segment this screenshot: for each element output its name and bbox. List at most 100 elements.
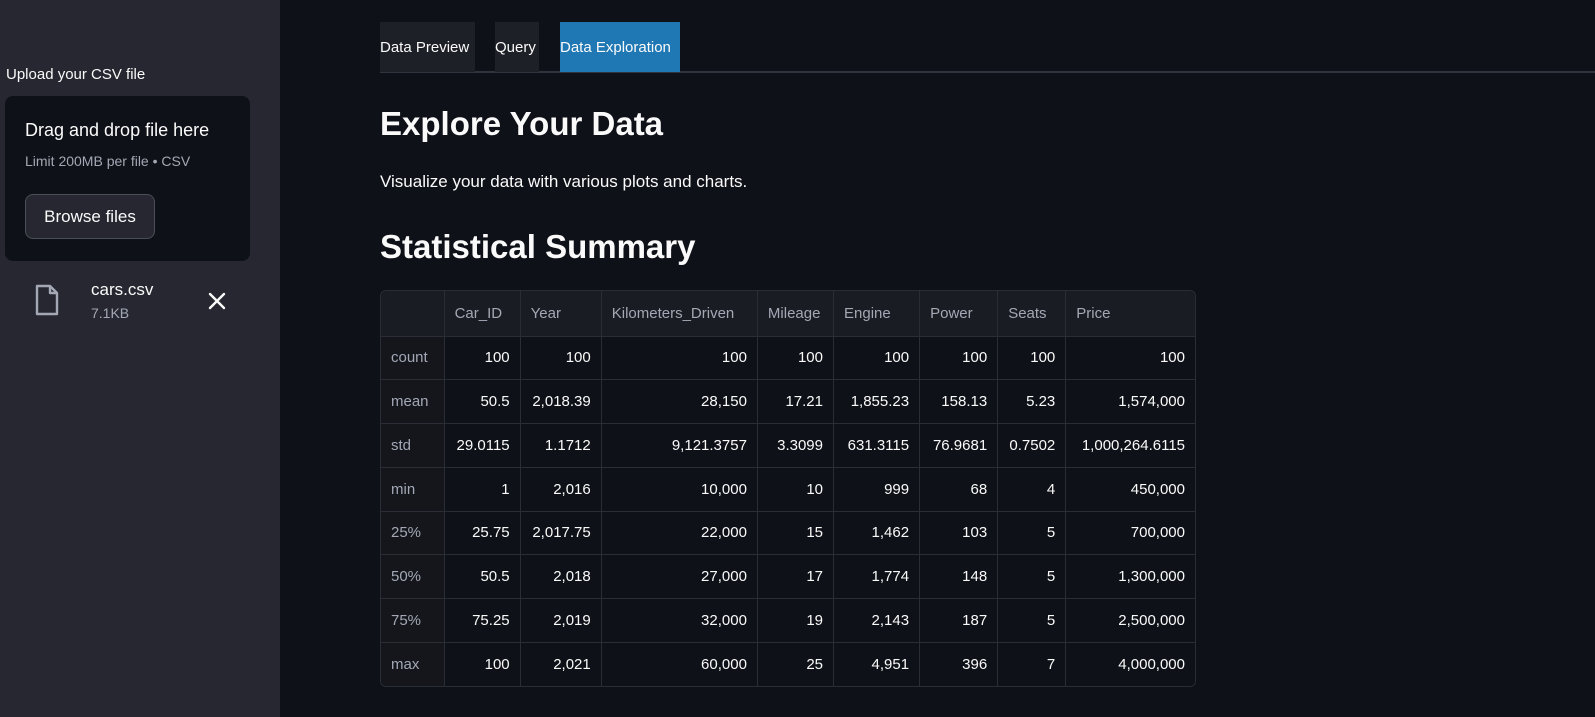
table-cell[interactable]: 103: [919, 511, 999, 556]
table-cell[interactable]: 700,000: [1065, 511, 1195, 556]
table-cell[interactable]: 396: [919, 642, 999, 686]
table-cell[interactable]: 5: [997, 511, 1067, 556]
table-cell[interactable]: 32,000: [601, 598, 758, 643]
table-cell[interactable]: 100: [444, 642, 521, 686]
table-row: 50% 50.5 2,018 27,000 17 1,774 148 5 1,300,000: [381, 554, 1195, 599]
table-cell[interactable]: 25.75: [444, 511, 521, 556]
statistical-summary-table[interactable]: Car_ID Year Kilometers_Driven Mileage Engine…: [380, 290, 1196, 687]
column-header[interactable]: Seats: [997, 291, 1067, 337]
column-header[interactable]: Year: [520, 291, 602, 337]
table-cell[interactable]: 5: [997, 598, 1067, 643]
table-cell[interactable]: 100: [520, 336, 602, 381]
tab-bar: Data Preview Query Data Exploration: [380, 22, 1595, 73]
tab-query[interactable]: Query: [495, 22, 539, 72]
row-index-cell[interactable]: 50%: [381, 554, 445, 599]
app-window: Upload your CSV file Drag and drop file …: [0, 0, 1595, 717]
table-cell[interactable]: 1,000,264.6115: [1065, 423, 1195, 468]
table-cell[interactable]: 2,019: [520, 598, 602, 643]
table-cell[interactable]: 28,150: [601, 379, 758, 424]
table-cell[interactable]: 1: [444, 467, 521, 512]
table-cell[interactable]: 100: [601, 336, 758, 381]
tab-data-exploration[interactable]: Data Exploration: [560, 22, 680, 72]
table-cell[interactable]: 100: [444, 336, 521, 381]
table-cell[interactable]: 5.23: [997, 379, 1067, 424]
table-cell[interactable]: 27,000: [601, 554, 758, 599]
table-cell[interactable]: 7: [997, 642, 1067, 686]
file-name: cars.csv: [91, 280, 154, 299]
table-cell[interactable]: 100: [757, 336, 835, 381]
browse-files-button[interactable]: Browse files: [25, 194, 155, 239]
row-index-cell[interactable]: count: [381, 336, 445, 381]
table-cell[interactable]: 50.5: [444, 554, 521, 599]
table-cell[interactable]: 9,121.3757: [601, 423, 758, 468]
table-cell[interactable]: 158.13: [919, 379, 999, 424]
table-cell[interactable]: 19: [757, 598, 835, 643]
row-index-cell[interactable]: std: [381, 423, 445, 468]
table-cell[interactable]: 5: [997, 554, 1067, 599]
column-header[interactable]: Price: [1065, 291, 1195, 337]
table-cell[interactable]: 1,855.23: [833, 379, 921, 424]
table-cell[interactable]: 22,000: [601, 511, 758, 556]
column-header[interactable]: Kilometers_Driven: [601, 291, 758, 337]
tab-data-preview[interactable]: Data Preview: [380, 22, 475, 72]
table-cell[interactable]: 2,018.39: [520, 379, 602, 424]
table-cell[interactable]: 25: [757, 642, 835, 686]
table-cell[interactable]: 17: [757, 554, 835, 599]
table-cell[interactable]: 2,143: [833, 598, 921, 643]
dropzone-limit: Limit 200MB per file • CSV: [25, 153, 191, 169]
section-title: Statistical Summary: [380, 228, 696, 265]
row-index-cell[interactable]: 75%: [381, 598, 445, 643]
table-cell[interactable]: 100: [833, 336, 921, 381]
table-cell[interactable]: 4,000,000: [1065, 642, 1195, 686]
sidebar: Upload your CSV file Drag and drop file …: [0, 0, 280, 717]
table-cell[interactable]: 4: [997, 467, 1067, 512]
table-cell[interactable]: 0.7502: [997, 423, 1067, 468]
table-cell[interactable]: 75.25: [444, 598, 521, 643]
table-cell[interactable]: 50.5: [444, 379, 521, 424]
table-cell[interactable]: 2,500,000: [1065, 598, 1195, 643]
close-icon[interactable]: [204, 288, 230, 314]
table-cell[interactable]: 187: [919, 598, 999, 643]
column-header[interactable]: Engine: [833, 291, 921, 337]
row-index-cell[interactable]: min: [381, 467, 445, 512]
table-cell[interactable]: 1,574,000: [1065, 379, 1195, 424]
table-cell[interactable]: 4,951: [833, 642, 921, 686]
table-cell[interactable]: 10: [757, 467, 835, 512]
dropzone-title: Drag and drop file here: [25, 120, 210, 140]
table-cell[interactable]: 10,000: [601, 467, 758, 512]
table-cell[interactable]: 631.3115: [833, 423, 921, 468]
column-header[interactable]: Mileage: [757, 291, 835, 337]
row-index-cell[interactable]: 25%: [381, 511, 445, 556]
table-cell[interactable]: 100: [997, 336, 1067, 381]
table-cell[interactable]: 100: [919, 336, 999, 381]
table-cell[interactable]: 1,462: [833, 511, 921, 556]
index-header[interactable]: [381, 291, 445, 337]
table-cell[interactable]: 3.3099: [757, 423, 835, 468]
table-cell[interactable]: 76.9681: [919, 423, 999, 468]
table-cell[interactable]: 450,000: [1065, 467, 1195, 512]
stats-table: Car_ID Year Kilometers_Driven Mileage Engine…: [381, 291, 1195, 686]
table-cell[interactable]: 1.1712: [520, 423, 602, 468]
table-cell[interactable]: 2,021: [520, 642, 602, 686]
table-cell[interactable]: 1,774: [833, 554, 921, 599]
table-cell[interactable]: 100: [1065, 336, 1195, 381]
file-dropzone[interactable]: Drag and drop file here Limit 200MB per …: [5, 96, 250, 261]
table-row: max 100 2,021 60,000 25 4,951 396 7 4,000,000: [381, 642, 1195, 686]
page-title: Explore Your Data: [380, 105, 664, 142]
table-cell[interactable]: 1,300,000: [1065, 554, 1195, 599]
table-cell[interactable]: 2,016: [520, 467, 602, 512]
table-cell[interactable]: 29.0115: [444, 423, 521, 468]
row-index-cell[interactable]: mean: [381, 379, 445, 424]
table-cell[interactable]: 17.21: [757, 379, 835, 424]
row-index-cell[interactable]: max: [381, 642, 445, 686]
table-cell[interactable]: 60,000: [601, 642, 758, 686]
table-cell[interactable]: 15: [757, 511, 835, 556]
file-icon: [34, 284, 60, 321]
table-cell[interactable]: 2,018: [520, 554, 602, 599]
table-cell[interactable]: 148: [919, 554, 999, 599]
column-header[interactable]: Power: [919, 291, 999, 337]
table-cell[interactable]: 999: [833, 467, 921, 512]
table-cell[interactable]: 2,017.75: [520, 511, 602, 556]
table-cell[interactable]: 68: [919, 467, 999, 512]
column-header[interactable]: Car_ID: [444, 291, 521, 337]
